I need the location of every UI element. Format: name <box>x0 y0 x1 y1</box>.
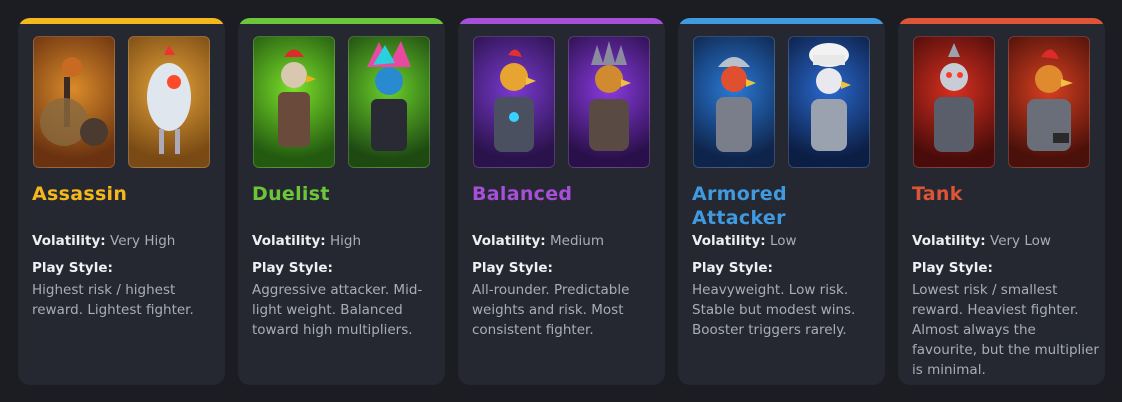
volatility-label: Volatility: <box>692 233 766 249</box>
fighter-title: Armored Attacker <box>692 183 787 229</box>
fighter-image <box>913 36 995 168</box>
volatility-label: Volatility: <box>912 233 986 249</box>
volatility-row: Volatility: High <box>252 232 437 250</box>
fighter-image <box>693 36 775 168</box>
playstyle-label: Play Style: <box>252 260 333 276</box>
playstyle-label: Play Style: <box>692 260 773 276</box>
volatility-value: High <box>330 233 362 249</box>
playstyle-label: Play Style: <box>472 260 553 276</box>
volatility-row: Volatility: Very High <box>32 232 217 250</box>
playstyle-description: All-rounder. Predictable weights and ris… <box>472 282 630 338</box>
playstyle-description: Aggressive attacker. Mid-light weight. B… <box>252 282 423 338</box>
fighter-card-balanced[interactable]: Balanced Volatility: Medium Play Style: … <box>458 18 665 385</box>
accent-bar <box>678 18 885 24</box>
playstyle-label: Play Style: <box>32 260 113 276</box>
fighter-title: Tank <box>912 183 963 205</box>
fighter-image <box>473 36 555 168</box>
accent-bar <box>898 18 1105 24</box>
volatility-row: Volatility: Medium <box>472 232 657 250</box>
volatility-value: Medium <box>550 233 604 249</box>
playstyle-label: Play Style: <box>912 260 993 276</box>
accent-bar <box>458 18 665 24</box>
fighter-image <box>33 36 115 168</box>
volatility-value: Very High <box>110 233 176 249</box>
volatility-label: Volatility: <box>252 233 326 249</box>
volatility-value: Very Low <box>990 233 1051 249</box>
volatility-label: Volatility: <box>32 233 106 249</box>
fighter-image <box>788 36 870 168</box>
playstyle-description: Lowest risk / smallest reward. Heaviest … <box>912 282 1099 378</box>
volatility-row: Volatility: Very Low <box>912 232 1097 250</box>
fighter-title: Balanced <box>472 183 573 205</box>
fighter-cards-row: Assassin Volatility: Very High Play Styl… <box>0 0 1122 402</box>
fighter-title: Duelist <box>252 183 330 205</box>
accent-bar <box>18 18 225 24</box>
volatility-value: Low <box>770 233 797 249</box>
fighter-image <box>253 36 335 168</box>
volatility-row: Volatility: Low <box>692 232 877 250</box>
fighter-card-assassin[interactable]: Assassin Volatility: Very High Play Styl… <box>18 18 225 385</box>
fighter-image <box>1008 36 1090 168</box>
playstyle-description: Heavyweight. Low risk. Stable but modest… <box>692 282 856 338</box>
fighter-image <box>568 36 650 168</box>
fighter-card-armored-attacker[interactable]: Armored Attacker Volatility: Low Play St… <box>678 18 885 385</box>
fighter-image <box>128 36 210 168</box>
fighter-card-tank[interactable]: Tank Volatility: Very Low Play Style: Lo… <box>898 18 1105 385</box>
volatility-label: Volatility: <box>472 233 546 249</box>
playstyle-description: Highest risk / highest reward. Lightest … <box>32 282 194 318</box>
fighter-card-duelist[interactable]: Duelist Volatility: High Play Style: Agg… <box>238 18 445 385</box>
accent-bar <box>238 18 445 24</box>
fighter-title: Assassin <box>32 183 128 205</box>
fighter-image <box>348 36 430 168</box>
